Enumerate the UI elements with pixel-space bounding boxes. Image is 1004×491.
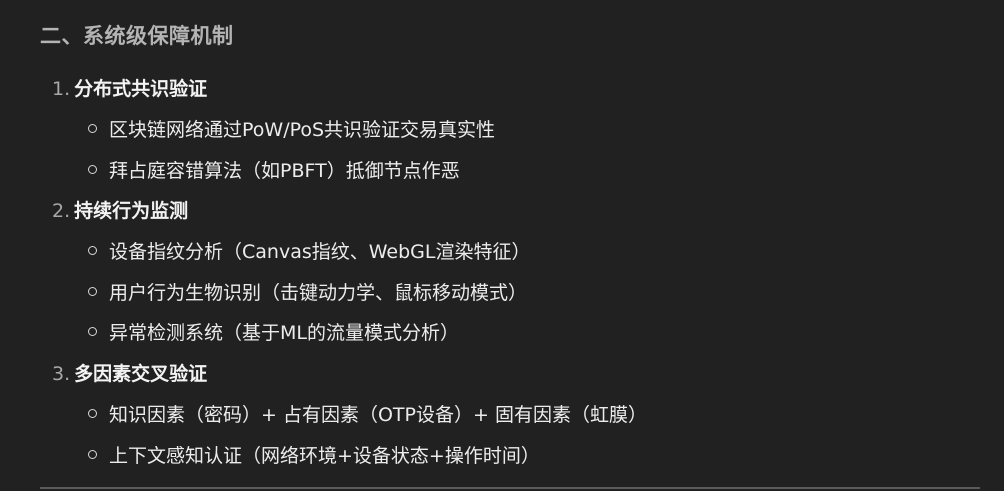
sub-item-text: 区块链网络通过PoW/PoS共识验证交易真实性 [109,119,496,141]
list-item-3: 3. 多因素交叉验证 [52,359,207,386]
list-item-title: 多因素交叉验证 [74,363,208,385]
sub-item-text: 用户行为生物识别（击键动力学、鼠标移动模式） [109,282,528,304]
circle-bullet-icon [88,450,97,459]
sub-list-item: 异常检测系统（基于ML的流量模式分析） [88,318,459,345]
circle-bullet-icon [88,124,97,133]
sub-list-item: 上下文感知认证（网络环境+设备状态+操作时间） [88,441,540,468]
sub-list-item: 区块链网络通过PoW/PoS共识验证交易真实性 [88,115,495,142]
sub-list-item: 用户行为生物识别（击键动力学、鼠标移动模式） [88,278,527,305]
list-item-title: 持续行为监测 [74,200,189,222]
list-item-1: 1. 分布式共识验证 [52,74,207,101]
section-heading: 二、系统级保障机制 [40,24,234,48]
sub-list-item: 设备指纹分析（Canvas指纹、WebGL渲染特征） [88,237,530,264]
list-item-title: 分布式共识验证 [74,78,208,100]
circle-bullet-icon [88,165,97,174]
circle-bullet-icon [88,287,97,296]
sub-item-text: 设备指纹分析（Canvas指纹、WebGL渲染特征） [109,241,531,263]
sub-item-text: 知识因素（密码）+ 占有因素（OTP设备）+ 固有因素（虹膜） [109,404,647,426]
sub-list-item: 知识因素（密码）+ 占有因素（OTP设备）+ 固有因素（虹膜） [88,400,647,427]
list-number: 2. [52,200,71,222]
list-number: 3. [52,363,71,385]
sub-item-text: 拜占庭容错算法（如PBFT）抵御节点作恶 [109,160,460,182]
list-number: 1. [52,78,71,100]
sub-item-text: 上下文感知认证（网络环境+设备状态+操作时间） [109,445,540,467]
horizontal-divider [40,487,980,489]
circle-bullet-icon [88,409,97,418]
circle-bullet-icon [88,246,97,255]
circle-bullet-icon [88,327,97,336]
list-item-2: 2. 持续行为监测 [52,196,188,223]
sub-list-item: 拜占庭容错算法（如PBFT）抵御节点作恶 [88,156,460,183]
sub-item-text: 异常检测系统（基于ML的流量模式分析） [109,322,459,344]
